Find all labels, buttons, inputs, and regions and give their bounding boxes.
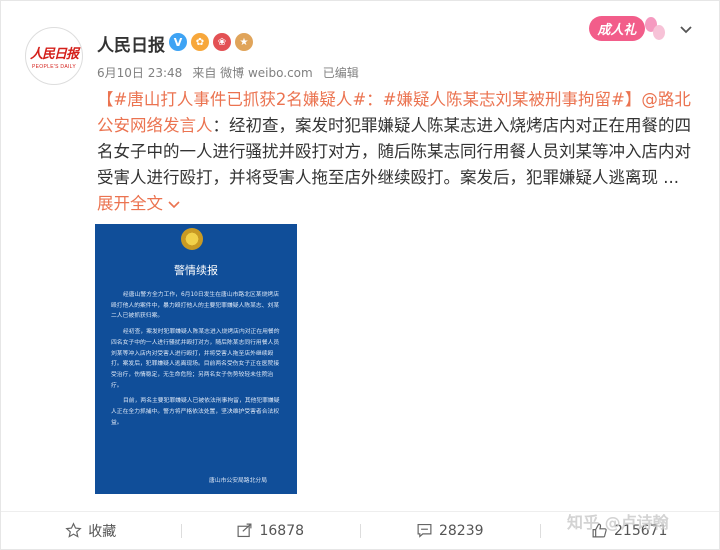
weibo-card: 人民日报 PEOPLE'S DAILY 人民日报 V ✿ ❀ ★ 6月10日 2… [0, 0, 720, 550]
verified-icon[interactable]: V [169, 33, 187, 51]
chevron-down-icon[interactable] [679, 23, 693, 39]
notice-body: 经唐山警方全力工作，6月10日发生在唐山市路北区某烧烤店殴打他人的案件中，暴力殴… [111, 290, 283, 433]
promo-badge[interactable]: 成人礼 [581, 13, 665, 43]
avatar-logo-text: 人民日报 [29, 46, 79, 62]
post-date[interactable]: 6月10日 23:48 [97, 64, 182, 81]
police-emblem-icon [181, 228, 203, 250]
edited-label[interactable]: 已编辑 [323, 64, 359, 81]
topic-link-1[interactable]: 【#唐山打人事件已抓获2名嫌疑人# [97, 90, 366, 109]
star-icon [65, 522, 82, 538]
topic-colon: ： [366, 90, 383, 109]
notice-paragraph: 经初查，案发时犯罪嫌疑人陈某志进入烧烤店内对正在用餐的四名女子中的一人进行骚扰并… [111, 329, 280, 389]
repost-count: 16878 [259, 522, 305, 539]
police-notice-image[interactable]: 警情续报 经唐山警方全力工作，6月10日发生在唐山市路北区某烧烤店殴打他人的案件… [95, 224, 297, 494]
topic-link-2[interactable]: #嫌疑人陈某志刘某被刑事拘留# [383, 90, 625, 109]
balloon-icon [653, 25, 665, 40]
post-source: 来自 微博 weibo.com [192, 66, 313, 80]
avatar-logo-sub: PEOPLE'S DAILY [32, 63, 76, 70]
topic-close: 】 [624, 90, 642, 109]
comment-icon [417, 523, 432, 538]
repost-icon [237, 523, 252, 538]
favorite-button[interactable]: 收藏 [1, 512, 181, 549]
comment-button[interactable]: 28239 [360, 512, 540, 549]
post-meta: 6月10日 23:48 来自 微博 weibo.com 已编辑 [97, 64, 359, 81]
notice-title: 警情续报 [174, 264, 218, 277]
post-text: 【#唐山打人事件已抓获2名嫌疑人#：#嫌疑人陈某志刘某被刑事拘留#】@路北公安网… [97, 87, 697, 217]
flower-icon[interactable]: ❀ [213, 33, 231, 51]
expand-link[interactable]: 展开全文 [97, 194, 180, 213]
repost-button[interactable]: 16878 [180, 512, 361, 549]
notice-paragraph: 目前，两名主要犯罪嫌疑人已被依法刑事拘留，其他犯罪嫌疑人正在全力抓捕中。警方将严… [111, 398, 280, 426]
notice-paragraph: 经唐山警方全力工作，6月10日发生在唐山市路北区某烧烤店殴打他人的案件中，暴力殴… [111, 292, 280, 320]
author-badges: V ✿ ❀ ★ [169, 33, 253, 51]
avatar[interactable]: 人民日报 PEOPLE'S DAILY [25, 27, 83, 85]
expand-chevron-icon [168, 201, 180, 209]
promo-label: 成人礼 [589, 15, 645, 41]
ellipsis: ... [658, 168, 679, 187]
author-name[interactable]: 人民日报 [97, 31, 165, 56]
watermark: 知乎 @卢诗翰 [567, 513, 669, 532]
medal-icon[interactable]: ✿ [191, 33, 209, 51]
source-link[interactable]: 微博 weibo.com [220, 66, 313, 80]
comment-count: 28239 [438, 522, 484, 539]
star-medal-icon[interactable]: ★ [235, 33, 253, 51]
favorite-label: 收藏 [88, 523, 117, 540]
notice-signature: 唐山市公安局路北分局 [209, 478, 267, 484]
